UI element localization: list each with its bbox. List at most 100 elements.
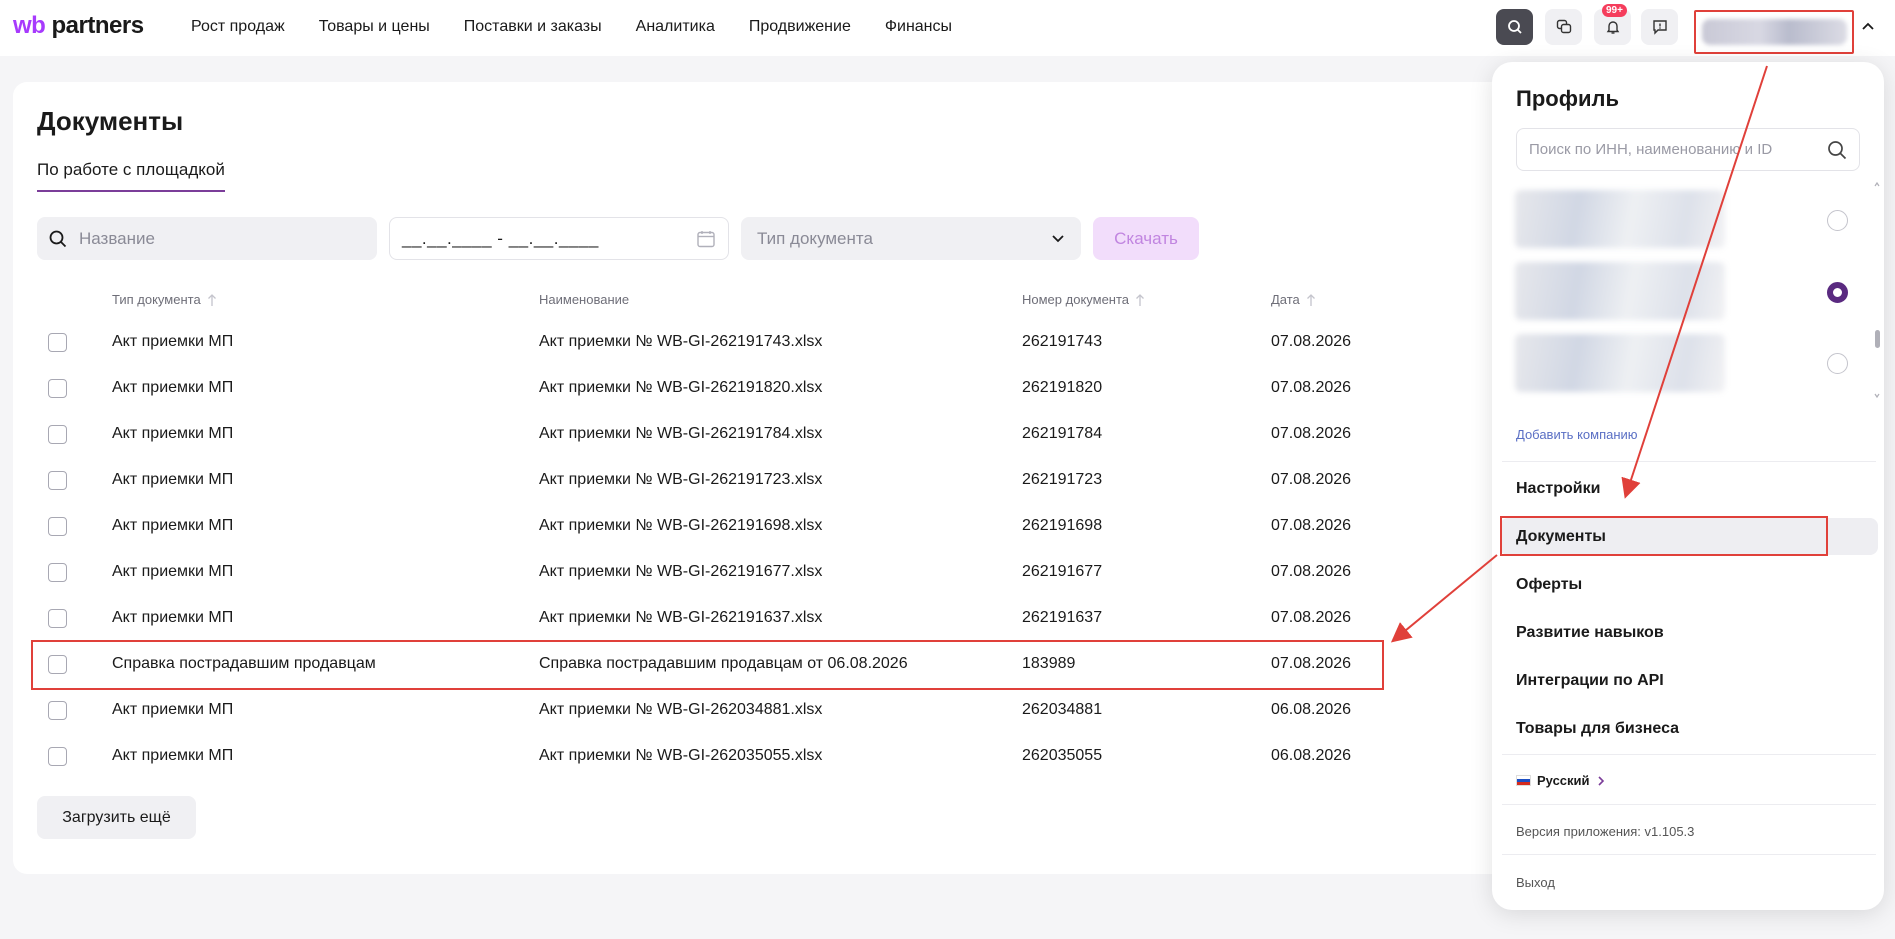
header-search-button[interactable]	[1496, 9, 1533, 45]
chevron-down-icon	[1052, 234, 1064, 242]
cell-type: Акт приемки МП	[112, 333, 234, 350]
company-list-scrollbar[interactable]	[1874, 178, 1880, 403]
download-button[interactable]: Скачать	[1093, 217, 1199, 260]
cell-name[interactable]: Акт приемки № WB-GI-262191698.xlsx	[539, 517, 822, 535]
date-range-field[interactable]: __.__.____ - __.__.____	[389, 217, 729, 260]
cell-number: 262191637	[1022, 609, 1103, 626]
cell-name[interactable]: Акт приемки № WB-GI-262191677.xlsx	[539, 563, 822, 581]
nav-item-promotion[interactable]: Продвижение	[749, 18, 851, 36]
cell-name[interactable]: Акт приемки № WB-GI-262035055.xlsx	[539, 747, 822, 765]
cell-type: Акт приемки МП	[112, 609, 234, 626]
row-checkbox[interactable]	[48, 655, 67, 674]
cell-date: 07.08.2026	[1271, 517, 1352, 534]
company-radio[interactable]	[1827, 210, 1848, 231]
cell-name[interactable]: Акт приемки № WB-GI-262191723.xlsx	[539, 471, 822, 489]
column-header-date[interactable]: Дата	[1271, 292, 1316, 307]
sort-arrow-icon	[207, 293, 216, 306]
notifications-badge: 99+	[1602, 4, 1627, 17]
profile-search-input[interactable]	[1529, 141, 1809, 158]
cell-number: 262191677	[1022, 563, 1103, 580]
nav-item-sales-growth[interactable]: Рост продаж	[191, 18, 285, 36]
column-header-name: Наименование	[539, 292, 630, 307]
row-checkbox[interactable]	[48, 747, 67, 766]
row-checkbox[interactable]	[48, 425, 67, 444]
language-selector[interactable]: Русский	[1516, 773, 1606, 788]
table-row-highlighted[interactable]: Справка пострадавшим продавцам Справка п…	[31, 640, 1384, 690]
cell-name[interactable]: Справка пострадавшим продавцам от 06.08.…	[539, 655, 908, 673]
menu-item-api-integrations[interactable]: Интеграции по API	[1516, 672, 1664, 690]
cell-name[interactable]: Акт приемки № WB-GI-262034881.xlsx	[539, 701, 822, 719]
table-row[interactable]: Акт приемки МП Акт приемки № WB-GI-26219…	[37, 320, 1377, 366]
chevron-up-icon[interactable]	[1858, 16, 1878, 36]
logout-link[interactable]: Выход	[1516, 875, 1555, 890]
row-checkbox[interactable]	[48, 701, 67, 720]
name-search-input[interactable]	[79, 228, 349, 249]
profile-search-field[interactable]	[1516, 128, 1860, 171]
chat-icon	[1556, 19, 1571, 34]
wb-partners-logo[interactable]: wb partners	[13, 12, 144, 40]
column-header-type[interactable]: Тип документа	[112, 292, 217, 307]
cell-date: 07.08.2026	[1271, 563, 1352, 580]
cell-date: 06.08.2026	[1271, 701, 1352, 718]
cell-number: 262191784	[1022, 425, 1103, 442]
cell-date: 07.08.2026	[1271, 425, 1352, 442]
table-row[interactable]: Акт приемки МП Акт приемки № WB-GI-26219…	[37, 596, 1377, 642]
row-checkbox[interactable]	[48, 471, 67, 490]
company-radio[interactable]	[1827, 353, 1848, 374]
page-title: Документы	[37, 106, 184, 136]
table-row[interactable]: Акт приемки МП Акт приемки № WB-GI-26219…	[37, 412, 1377, 458]
add-company-link[interactable]: Добавить компанию	[1516, 427, 1638, 442]
menu-item-skills[interactable]: Развитие навыков	[1516, 624, 1664, 642]
nav-item-products-prices[interactable]: Товары и цены	[319, 18, 430, 36]
load-more-button[interactable]: Загрузить ещё	[37, 796, 196, 839]
cell-name[interactable]: Акт приемки № WB-GI-262191637.xlsx	[539, 609, 822, 627]
cell-name[interactable]: Акт приемки № WB-GI-262191820.xlsx	[539, 379, 822, 397]
cell-date: 07.08.2026	[1271, 379, 1352, 396]
table-row[interactable]: Акт приемки МП Акт приемки № WB-GI-26219…	[37, 550, 1377, 596]
cell-type: Акт приемки МП	[112, 747, 234, 764]
company-item-blurred[interactable]	[1515, 190, 1725, 248]
divider	[1502, 754, 1876, 755]
tab-platform-work[interactable]: По работе с площадкой	[37, 160, 225, 192]
cell-name[interactable]: Акт приемки № WB-GI-262191784.xlsx	[539, 425, 822, 443]
row-checkbox[interactable]	[48, 609, 67, 628]
row-checkbox[interactable]	[48, 517, 67, 536]
menu-item-settings[interactable]: Настройки	[1516, 480, 1600, 498]
company-item-blurred[interactable]	[1515, 334, 1725, 392]
company-radio-selected[interactable]	[1827, 282, 1848, 303]
row-checkbox[interactable]	[48, 563, 67, 582]
account-name-blurred	[1701, 19, 1847, 45]
name-search-field[interactable]	[37, 217, 377, 260]
document-type-select[interactable]: Тип документа	[741, 217, 1081, 260]
column-header-number[interactable]: Номер документа	[1022, 292, 1145, 307]
table-row[interactable]: Акт приемки МП Акт приемки № WB-GI-26219…	[37, 458, 1377, 504]
calendar-icon[interactable]	[696, 229, 716, 249]
cell-type: Акт приемки МП	[112, 425, 234, 442]
nav-item-finance[interactable]: Финансы	[885, 18, 952, 36]
cell-number: 262034881	[1022, 701, 1103, 718]
table-row[interactable]: Акт приемки МП Акт приемки № WB-GI-26203…	[37, 734, 1377, 780]
scrollbar-thumb[interactable]	[1875, 330, 1880, 348]
cell-date: 06.08.2026	[1271, 747, 1352, 764]
menu-item-offers[interactable]: Оферты	[1516, 576, 1582, 594]
cell-date: 07.08.2026	[1271, 471, 1352, 488]
row-checkbox[interactable]	[48, 333, 67, 352]
russia-flag-icon	[1516, 775, 1531, 786]
table-row[interactable]: Акт приемки МП Акт приемки № WB-GI-26219…	[37, 366, 1377, 412]
header-chat-button[interactable]	[1545, 9, 1582, 45]
nav-item-analytics[interactable]: Аналитика	[636, 18, 715, 36]
table-row[interactable]: Акт приемки МП Акт приемки № WB-GI-26219…	[37, 504, 1377, 550]
menu-item-business-products[interactable]: Товары для бизнеса	[1516, 720, 1679, 738]
row-checkbox[interactable]	[48, 379, 67, 398]
cell-type: Акт приемки МП	[112, 517, 234, 534]
bell-icon	[1606, 21, 1619, 34]
cell-type: Акт приемки МП	[112, 471, 234, 488]
sort-arrow-icon	[1306, 293, 1315, 306]
nav-item-supplies-orders[interactable]: Поставки и заказы	[464, 18, 602, 36]
cell-name[interactable]: Акт приемки № WB-GI-262191743.xlsx	[539, 333, 822, 351]
account-switcher[interactable]	[1694, 10, 1854, 54]
header-feedback-button[interactable]	[1641, 9, 1678, 45]
company-item-blurred[interactable]	[1515, 262, 1725, 320]
table-row[interactable]: Акт приемки МП Акт приемки № WB-GI-26203…	[37, 688, 1377, 734]
sort-arrow-icon	[1136, 293, 1144, 306]
